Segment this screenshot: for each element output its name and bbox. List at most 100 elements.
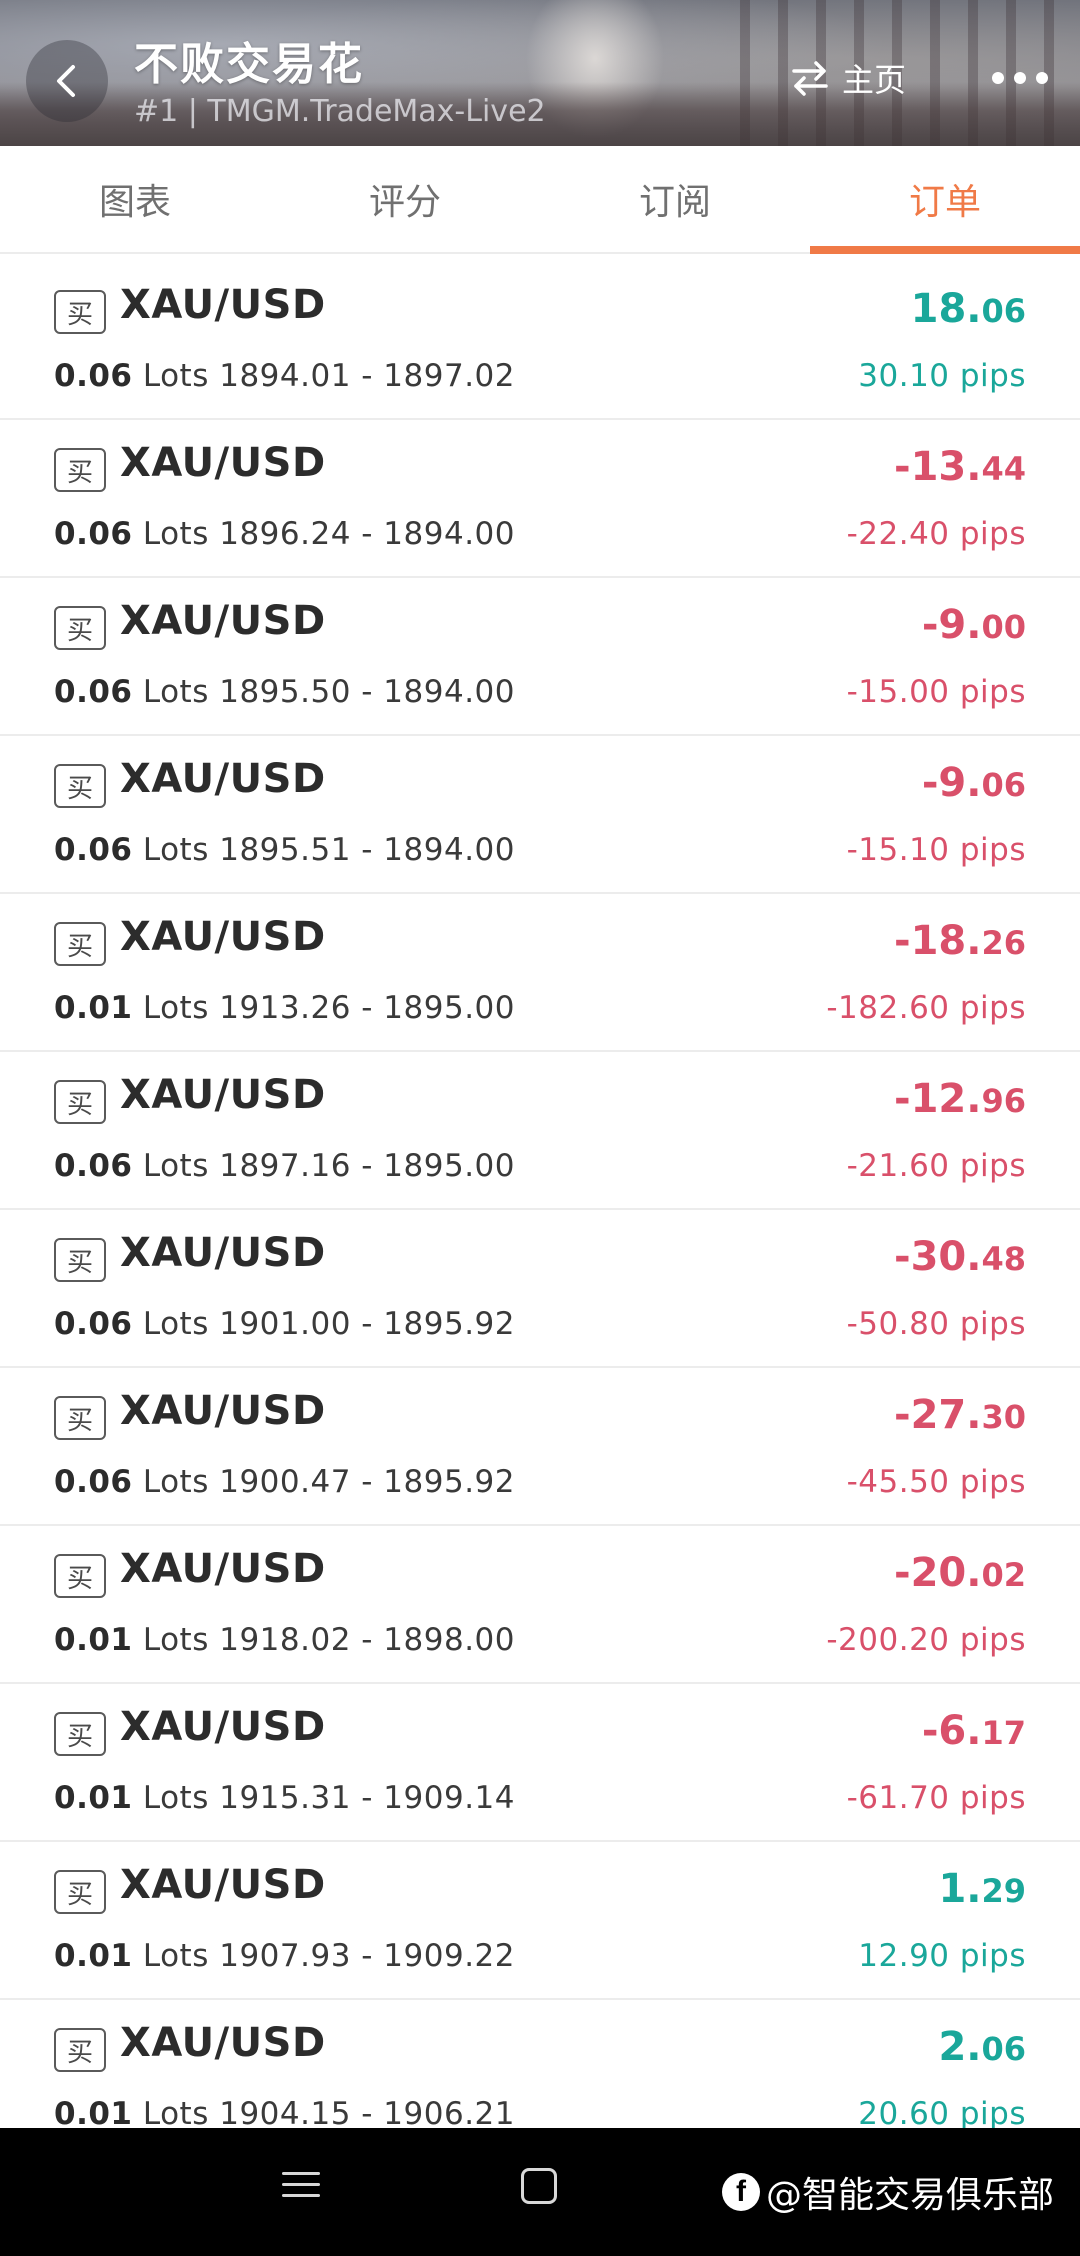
buy-badge: 买: [54, 290, 106, 334]
order-lots: 0.01: [54, 990, 133, 1026]
more-dots-icon: [992, 72, 1004, 84]
order-prices: 1897.16 - 1895.00: [219, 1148, 515, 1184]
order-row[interactable]: 买 XAU/USD 0.01 Lots 1918.02 - 1898.00 -2…: [0, 1526, 1080, 1684]
page-title: 不败交易花: [134, 39, 364, 90]
order-lots: 0.06: [54, 358, 133, 394]
order-lots: 0.01: [54, 1622, 133, 1658]
order-pips: -15.10 pips: [846, 832, 1026, 868]
order-pips: 30.10 pips: [858, 358, 1026, 394]
order-lots: 0.01: [54, 1780, 133, 1816]
tab-rating[interactable]: 评分: [270, 146, 540, 252]
order-prices: 1896.24 - 1894.00: [219, 516, 515, 552]
order-prices: 1895.51 - 1894.00: [219, 832, 515, 868]
order-profit-integer: 2.: [938, 2024, 982, 2070]
order-profit-integer: -6.: [921, 1708, 982, 1754]
order-prices: 1907.93 - 1909.22: [219, 1938, 515, 1974]
order-lots-unit: Lots: [142, 1622, 209, 1658]
order-row[interactable]: 买 XAU/USD 0.06 Lots 1900.47 - 1895.92 -2…: [0, 1368, 1080, 1526]
orders-list[interactable]: 买 XAU/USD 0.06 Lots 1894.01 - 1897.02 18…: [0, 262, 1080, 2128]
buy-badge: 买: [54, 1396, 106, 1440]
order-lots: 0.06: [54, 1306, 133, 1342]
order-details: 0.06 Lots 1897.16 - 1895.00: [54, 1148, 515, 1184]
watermark-text: @智能交易俱乐部: [766, 2175, 1055, 2216]
menu-lines-icon[interactable]: [282, 2166, 324, 2208]
order-row[interactable]: 买 XAU/USD 0.01 Lots 1913.26 - 1895.00 -1…: [0, 894, 1080, 1052]
order-profit-integer: 18.: [910, 286, 982, 332]
order-details: 0.01 Lots 1918.02 - 1898.00: [54, 1622, 515, 1658]
order-lots: 0.06: [54, 516, 133, 552]
order-lots: 0.06: [54, 674, 133, 710]
order-details: 0.06 Lots 1894.01 - 1897.02: [54, 358, 515, 394]
order-profit-integer: -18.: [894, 918, 982, 964]
order-row[interactable]: 买 XAU/USD 0.06 Lots 1895.51 - 1894.00 -9…: [0, 736, 1080, 894]
account-subtitle: #1 | TMGM.TradeMax-Live2: [134, 94, 546, 129]
order-lots-unit: Lots: [142, 516, 209, 552]
order-lots: 0.06: [54, 832, 133, 868]
order-row[interactable]: 买 XAU/USD 0.06 Lots 1901.00 - 1895.92 -3…: [0, 1210, 1080, 1368]
order-lots-unit: Lots: [142, 1780, 209, 1816]
order-details: 0.01 Lots 1913.26 - 1895.00: [54, 990, 515, 1026]
buy-badge: 买: [54, 606, 106, 650]
order-row[interactable]: 买 XAU/USD 0.01 Lots 1904.15 - 1906.21 2.…: [0, 2000, 1080, 2128]
order-profit-fraction: 06: [981, 766, 1026, 804]
order-pips: 20.60 pips: [858, 2096, 1026, 2128]
order-row[interactable]: 买 XAU/USD 0.06 Lots 1894.01 - 1897.02 18…: [0, 262, 1080, 420]
order-profit-fraction: 02: [981, 1556, 1026, 1594]
order-prices: 1918.02 - 1898.00: [219, 1622, 515, 1658]
order-lots-unit: Lots: [142, 1306, 209, 1342]
order-row[interactable]: 买 XAU/USD 0.06 Lots 1896.24 - 1894.00 -1…: [0, 420, 1080, 578]
order-profit: -20.02: [894, 1550, 1026, 1596]
order-profit: -12.96: [894, 1076, 1026, 1122]
order-profit-integer: -30.: [894, 1234, 982, 1280]
order-profit: -27.30: [894, 1392, 1026, 1438]
order-lots: 0.01: [54, 2096, 133, 2128]
buy-badge: 买: [54, 764, 106, 808]
order-symbol: XAU/USD: [120, 440, 326, 486]
home-button[interactable]: 主页: [790, 52, 906, 104]
system-nav-bar: f @智能交易俱乐部: [0, 2128, 1080, 2256]
order-lots: 0.06: [54, 1464, 133, 1500]
order-pips: -21.60 pips: [846, 1148, 1026, 1184]
order-pips: -182.60 pips: [826, 990, 1026, 1026]
order-profit-integer: -12.: [894, 1076, 982, 1122]
order-profit-fraction: 48: [981, 1240, 1026, 1278]
order-profit: 2.06: [938, 2024, 1026, 2070]
watermark: f @智能交易俱乐部: [722, 2170, 1054, 2216]
order-row[interactable]: 买 XAU/USD 0.06 Lots 1895.50 - 1894.00 -9…: [0, 578, 1080, 736]
more-dots-icon: [1014, 72, 1026, 84]
more-button[interactable]: [970, 48, 1070, 108]
order-profit-integer: 1.: [938, 1866, 982, 1912]
order-profit-integer: -20.: [894, 1550, 982, 1596]
order-pips: -15.00 pips: [846, 674, 1026, 710]
order-details: 0.06 Lots 1895.51 - 1894.00: [54, 832, 515, 868]
order-pips: -45.50 pips: [846, 1464, 1026, 1500]
back-button[interactable]: [26, 40, 108, 122]
square-icon[interactable]: [521, 2168, 557, 2204]
order-profit: -9.00: [922, 602, 1026, 648]
order-symbol: XAU/USD: [120, 1862, 326, 1908]
buy-badge: 买: [54, 922, 106, 966]
order-symbol: XAU/USD: [120, 598, 326, 644]
order-symbol: XAU/USD: [120, 1388, 326, 1434]
order-profit: -9.06: [922, 760, 1026, 806]
tab-orders[interactable]: 订单: [810, 146, 1080, 254]
profile-header: 不败交易花 #1 | TMGM.TradeMax-Live2 主页: [0, 0, 1080, 146]
order-details: 0.01 Lots 1915.31 - 1909.14: [54, 1780, 515, 1816]
order-details: 0.06 Lots 1900.47 - 1895.92: [54, 1464, 515, 1500]
order-symbol: XAU/USD: [120, 756, 326, 802]
order-symbol: XAU/USD: [120, 1546, 326, 1592]
order-details: 0.01 Lots 1904.15 - 1906.21: [54, 2096, 515, 2128]
order-symbol: XAU/USD: [120, 2020, 326, 2066]
order-row[interactable]: 买 XAU/USD 0.01 Lots 1915.31 - 1909.14 -6…: [0, 1684, 1080, 1842]
order-profit-integer: -27.: [894, 1392, 982, 1438]
tab-subscribe[interactable]: 订阅: [540, 146, 810, 252]
order-lots-unit: Lots: [142, 1464, 209, 1500]
order-pips: -61.70 pips: [846, 1780, 1026, 1816]
tab-chart[interactable]: 图表: [0, 146, 270, 252]
order-row[interactable]: 买 XAU/USD 0.06 Lots 1897.16 - 1895.00 -1…: [0, 1052, 1080, 1210]
swap-arrows-icon: [792, 61, 828, 96]
order-prices: 1915.31 - 1909.14: [219, 1780, 515, 1816]
order-row[interactable]: 买 XAU/USD 0.01 Lots 1907.93 - 1909.22 1.…: [0, 1842, 1080, 2000]
order-prices: 1895.50 - 1894.00: [219, 674, 515, 710]
chevron-left-icon: [57, 65, 75, 97]
